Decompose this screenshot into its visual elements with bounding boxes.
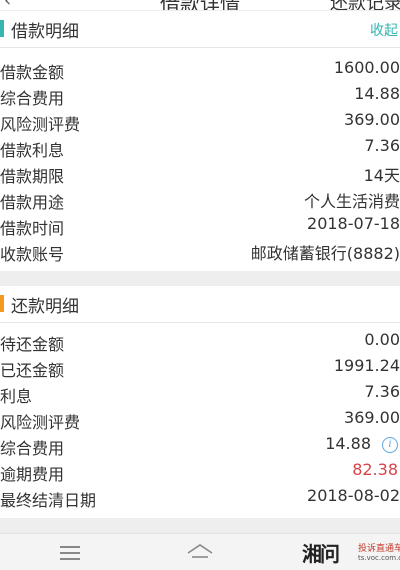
repay-section-title: 还款明细: [11, 297, 79, 317]
loan-section-title: 借款明细: [11, 22, 79, 42]
loan-row: 综合费用 14.88: [0, 82, 400, 108]
collapse-button[interactable]: 收起: [370, 20, 398, 40]
loan-row: 借款利息 7.36: [0, 134, 400, 160]
row-label: 风险测评费: [0, 115, 81, 134]
repay-row: 风险测评费 369.00: [0, 406, 400, 432]
section-accent-bar: [0, 20, 4, 37]
row-label: 借款用途: [0, 193, 65, 212]
watermark-text: 投诉直通车: [358, 544, 400, 554]
row-label: 借款时间: [0, 219, 65, 238]
home-icon[interactable]: [186, 542, 214, 562]
watermark: 湘问 投诉直通车 ts.voc.com.cn: [302, 536, 400, 569]
loan-row: 借款时间 2018-07-18: [0, 212, 400, 238]
row-label: 待还金额: [0, 335, 65, 354]
row-label: 综合费用: [0, 439, 65, 458]
row-label: 已还金额: [0, 361, 65, 380]
loan-row: 借款期限 14天: [0, 160, 400, 186]
loan-row: 借款用途 个人生活消费: [0, 186, 400, 212]
loan-row: 借款金额 1600.00: [0, 56, 400, 82]
repayment-details-card: 还款明细 待还金额 0.00 已还金额 1991.24 利息 7.36 风险测评…: [0, 286, 400, 518]
loan-details-card: 借款明细 收起 借款金额 1600.00 综合费用 14.88 风险测评费 36…: [0, 11, 400, 271]
overdue-fee-value: 82.38: [352, 460, 398, 479]
section-accent-bar: [0, 295, 4, 312]
loan-row: 收款账号 邮政储蓄银行(8882): [0, 238, 400, 264]
row-value: 14.88: [354, 84, 400, 103]
row-value: 14.88: [325, 434, 371, 453]
row-label: 逾期费用: [0, 465, 65, 484]
row-label: 最终结清日期: [0, 491, 97, 510]
watermark-logo: 湘问: [302, 542, 340, 566]
row-label: 综合费用: [0, 89, 65, 108]
row-value: 2018-07-18: [307, 214, 400, 233]
row-value: 1991.24: [333, 356, 400, 375]
repay-row: 待还金额 0.00: [0, 328, 400, 354]
row-label: 利息: [0, 387, 33, 406]
repay-row: 逾期费用 82.38: [0, 458, 400, 484]
repay-row: 利息 7.36: [0, 380, 400, 406]
back-icon[interactable]: ‹: [4, 0, 11, 10]
repay-section-header: 还款明细: [0, 286, 400, 323]
repay-row: 最终结清日期 2018-08-02: [0, 484, 400, 510]
page-title: 借款详情: [160, 0, 240, 10]
repay-row: 综合费用 14.88 i: [0, 432, 400, 458]
row-value: 2018-08-02: [307, 486, 400, 505]
row-value: 7.36: [364, 382, 400, 401]
row-value: 0.00: [364, 330, 400, 349]
top-bar: ‹ 借款详情 还款记录: [0, 0, 400, 10]
watermark-url: ts.voc.com.cn: [358, 554, 400, 562]
row-label: 风险测评费: [0, 413, 81, 432]
info-icon[interactable]: i: [382, 437, 398, 453]
row-value: 1600.00: [333, 58, 400, 77]
row-value: 369.00: [344, 110, 400, 129]
menu-icon[interactable]: [60, 546, 80, 564]
row-label: 借款期限: [0, 167, 65, 186]
loan-row: 风险测评费 369.00: [0, 108, 400, 134]
repayment-record-link[interactable]: 还款记录: [330, 0, 400, 10]
row-value: 邮政储蓄银行(8882): [250, 244, 400, 263]
row-value: 7.36: [364, 136, 400, 155]
row-label: 收款账号: [0, 245, 65, 264]
row-value: 14天: [363, 166, 400, 185]
row-value: 个人生活消费: [303, 192, 400, 211]
repay-row: 已还金额 1991.24: [0, 354, 400, 380]
row-label: 借款利息: [0, 141, 65, 160]
row-label: 借款金额: [0, 63, 65, 82]
loan-section-header: 借款明细 收起: [0, 11, 400, 48]
row-value: 369.00: [344, 408, 400, 427]
